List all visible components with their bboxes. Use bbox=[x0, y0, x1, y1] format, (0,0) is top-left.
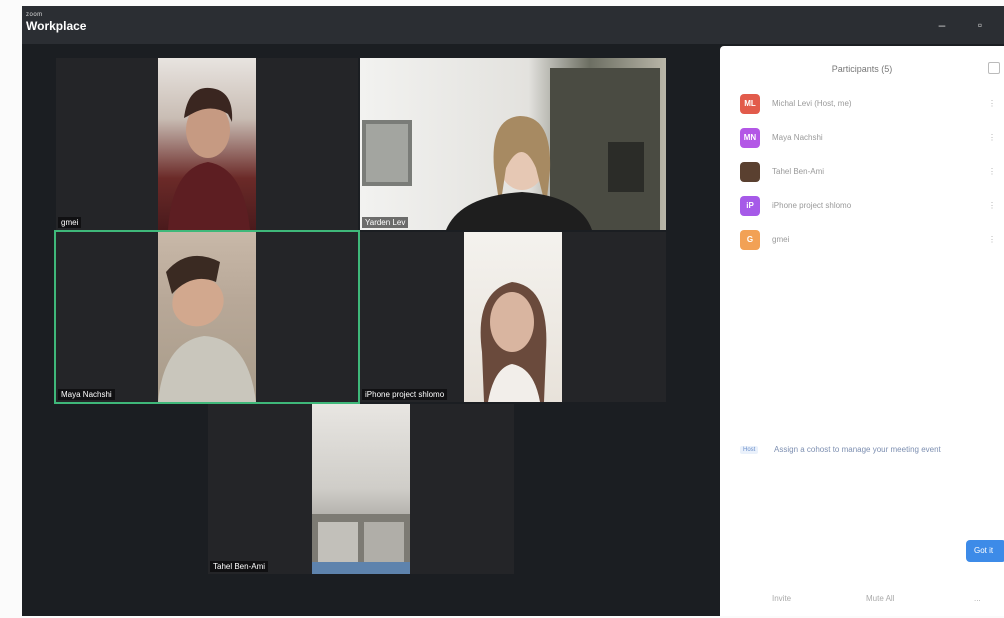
video-tile[interactable]: iPhone project shlomo bbox=[360, 232, 666, 402]
participant-row[interactable]: MN Maya Nachshi ⋮ bbox=[740, 128, 998, 148]
avatar: ML bbox=[740, 94, 760, 114]
app-brand: zoom Workplace bbox=[26, 12, 86, 33]
participant-name-label: Tahel Ben-Ami bbox=[210, 561, 269, 572]
participant-row[interactable]: iP iPhone project shlomo ⋮ bbox=[740, 196, 998, 216]
invite-button[interactable]: Invite bbox=[772, 594, 791, 603]
person-silhouette-icon bbox=[480, 282, 547, 402]
avatar: G bbox=[740, 230, 760, 250]
got-it-button[interactable]: Got it bbox=[966, 540, 1004, 562]
participant-name: Tahel Ben-Ami bbox=[772, 167, 825, 176]
participant-row[interactable]: Tahel Ben-Ami ⋮ bbox=[740, 162, 998, 182]
more-icon[interactable]: ⋮ bbox=[988, 134, 996, 142]
person-silhouette-icon bbox=[168, 87, 250, 230]
participant-row[interactable]: G gmei ⋮ bbox=[740, 230, 998, 250]
minimize-button[interactable]: – bbox=[934, 18, 950, 32]
participant-video bbox=[312, 404, 410, 574]
popout-icon[interactable] bbox=[988, 62, 1000, 74]
participant-row[interactable]: ML Michal Levi (Host, me) ⋮ bbox=[740, 94, 998, 114]
room-scene-icon bbox=[312, 514, 410, 574]
participants-title: Participants (5) bbox=[831, 64, 893, 74]
more-icon[interactable]: ⋮ bbox=[988, 168, 996, 176]
avatar: MN bbox=[740, 128, 760, 148]
more-icon[interactable]: ⋮ bbox=[988, 236, 996, 244]
title-bar: zoom Workplace – ▫ bbox=[22, 6, 1004, 44]
avatar: iP bbox=[740, 196, 760, 216]
restore-button[interactable]: ▫ bbox=[972, 18, 988, 32]
notice-tag: Host bbox=[740, 446, 759, 454]
mute-all-button[interactable]: Mute All bbox=[866, 594, 894, 603]
app-title: Workplace bbox=[26, 19, 87, 33]
person-silhouette-icon bbox=[362, 68, 660, 230]
app-brand-small: zoom bbox=[26, 12, 43, 18]
participant-video bbox=[158, 58, 256, 230]
participant-name-label: iPhone project shlomo bbox=[362, 389, 448, 400]
participant-name-label: Yarden Lev bbox=[362, 217, 409, 228]
avatar bbox=[740, 162, 760, 182]
more-button[interactable]: ... bbox=[974, 594, 981, 603]
participant-video bbox=[464, 232, 562, 402]
video-tile[interactable]: Tahel Ben-Ami bbox=[208, 404, 514, 574]
participant-name: iPhone project shlomo bbox=[772, 201, 852, 210]
participant-name: Maya Nachshi bbox=[772, 133, 823, 142]
active-speaker-highlight bbox=[54, 230, 360, 404]
meeting-window: zoom Workplace – ▫ gmei Yarden Lev Maya … bbox=[22, 6, 1004, 616]
participant-name: gmei bbox=[772, 235, 790, 244]
participant-name: Michal Levi (Host, me) bbox=[772, 99, 852, 108]
more-icon[interactable]: ⋮ bbox=[988, 202, 996, 210]
notice-text: Assign a cohost to manage your meeting e… bbox=[774, 445, 941, 454]
more-icon[interactable]: ⋮ bbox=[988, 100, 996, 108]
participant-video bbox=[360, 58, 666, 230]
video-tile[interactable]: Yarden Lev bbox=[360, 58, 666, 230]
participants-panel: Participants (5) ML Michal Levi (Host, m… bbox=[720, 46, 1004, 616]
video-tile[interactable]: gmei bbox=[56, 58, 358, 230]
participant-name-label: gmei bbox=[58, 217, 82, 228]
